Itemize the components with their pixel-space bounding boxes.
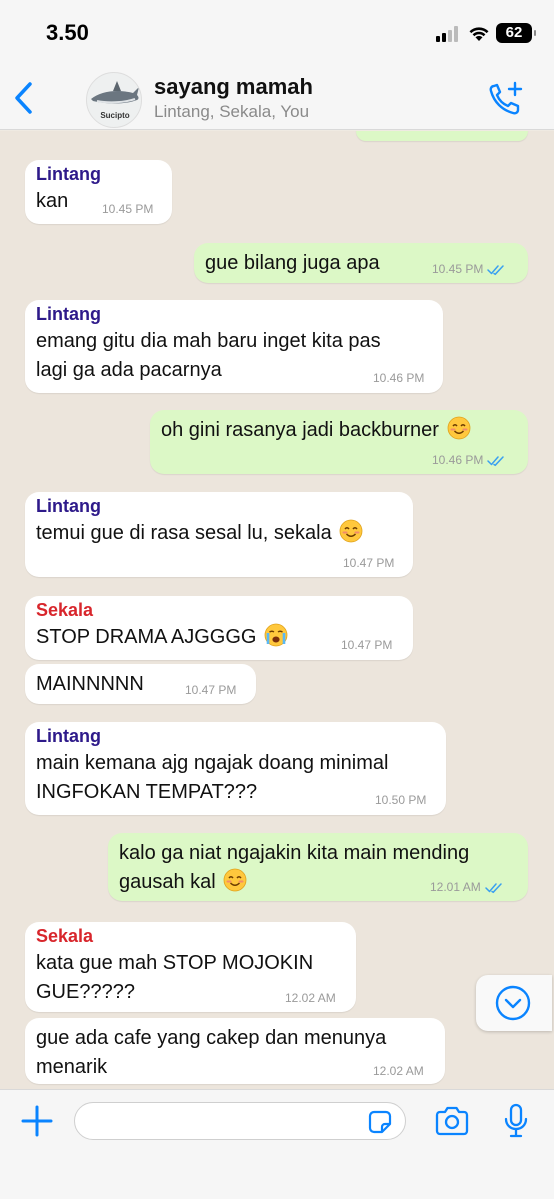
group-avatar[interactable]: Sucipto xyxy=(86,72,142,128)
chevron-left-icon xyxy=(15,82,32,114)
chat-area[interactable]: Lintang kan 10.45 PM gue bilang juga apa 10.… xyxy=(0,131,554,1089)
chevron-down-circle-icon xyxy=(495,985,531,1021)
incoming-message-bubble[interactable]: Lintang emang gitu dia mah baru inget kit… xyxy=(25,300,443,393)
message-sender[interactable]: Lintang xyxy=(36,304,101,325)
scroll-down-button[interactable] xyxy=(476,975,552,1031)
back-button[interactable] xyxy=(8,78,40,118)
incoming-message-bubble[interactable]: Lintang temui gue di rasa sesal lu, sekal… xyxy=(25,492,413,577)
camera-icon xyxy=(435,1106,469,1136)
message-timestamp: 10.46 PM xyxy=(373,371,424,385)
message-text: MAINNNNN xyxy=(36,670,144,699)
message-time: 10.47 PM xyxy=(343,556,395,570)
outgoing-message-bubble[interactable]: kalo ga niat ngajakin kita main mending … xyxy=(108,833,528,901)
read-receipt-icon xyxy=(487,456,505,466)
plus-icon xyxy=(21,1105,53,1137)
message-time: 10.46 PM xyxy=(432,453,484,467)
crying-face-emoji-icon xyxy=(264,623,288,647)
message-time: 10.47 PM xyxy=(341,638,393,652)
message-text-content: kan xyxy=(36,190,69,212)
message-text: kata gue mah STOP MOJOKIN GUE????? xyxy=(36,949,313,1007)
message-text: emang gitu dia mah baru inget kita pas l… xyxy=(36,327,381,385)
incoming-message-bubble[interactable]: Sekala kata gue mah STOP MOJOKIN GUE?????… xyxy=(25,922,356,1012)
message-text-content: kalo ga niat ngajakin kita main mending … xyxy=(119,842,470,893)
camera-button[interactable] xyxy=(434,1104,470,1138)
message-text-content: gue ada cafe yang cakep dan menunya mena… xyxy=(36,1027,387,1078)
status-bar: 3.50 62 xyxy=(0,0,554,64)
wifi-icon xyxy=(469,27,489,41)
message-timestamp: 12.01 AM xyxy=(430,880,503,894)
avatar-caption: Sucipto xyxy=(100,111,130,120)
message-time: 10.45 PM xyxy=(432,262,484,276)
message-timestamp: 10.47 PM xyxy=(185,683,236,697)
message-text-content: temui gue di rasa sesal lu, sekala xyxy=(36,522,332,544)
sticker-icon xyxy=(368,1110,392,1134)
message-text-content: emang gitu dia mah baru inget kita pas l… xyxy=(36,330,381,381)
message-text-content: kata gue mah STOP MOJOKIN GUE????? xyxy=(36,952,314,1003)
group-members[interactable]: Lintang, Sekala, You xyxy=(154,102,309,122)
message-text-content: STOP DRAMA AJGGGG xyxy=(36,626,257,648)
message-sender[interactable]: Sekala xyxy=(36,600,93,621)
message-timestamp: 10.45 PM xyxy=(102,202,153,216)
status-time: 3.50 xyxy=(46,20,89,45)
cellular-signal-icon xyxy=(436,26,462,42)
attach-button[interactable] xyxy=(20,1104,54,1138)
message-time: 12.02 AM xyxy=(373,1064,424,1078)
message-text: temui gue di rasa sesal lu, sekala xyxy=(36,519,363,548)
incoming-message-bubble[interactable]: gue ada cafe yang cakep dan menunya mena… xyxy=(25,1018,445,1084)
message-text: kan xyxy=(36,187,68,216)
smiling-face-emoji-icon xyxy=(223,868,247,892)
message-time: 12.02 AM xyxy=(285,991,336,1005)
composer-bar xyxy=(0,1089,554,1199)
previous-message-bubble[interactable] xyxy=(356,131,528,141)
group-name[interactable]: sayang mamah xyxy=(154,74,313,100)
message-text: kalo ga niat ngajakin kita main mending … xyxy=(119,839,469,897)
message-timestamp: 10.47 PM xyxy=(343,556,394,570)
read-receipt-icon xyxy=(487,265,505,275)
outgoing-message-bubble[interactable]: gue bilang juga apa 10.45 PM xyxy=(194,243,528,283)
message-timestamp: 12.02 AM xyxy=(373,1064,424,1078)
smiling-face-emoji-icon xyxy=(447,416,470,440)
message-timestamp: 10.46 PM xyxy=(432,453,505,467)
message-text: STOP DRAMA AJGGGG xyxy=(36,623,288,652)
message-text: gue ada cafe yang cakep dan menunya mena… xyxy=(36,1024,386,1082)
message-timestamp: 10.47 PM xyxy=(341,638,392,652)
message-text: main kemana ajg ngajak doang minimal ING… xyxy=(36,749,388,807)
message-text: gue bilang juga apa xyxy=(205,249,380,278)
incoming-message-bubble[interactable]: Lintang kan 10.45 PM xyxy=(25,160,172,224)
message-text-content: gue bilang juga apa xyxy=(205,252,380,274)
smiling-face-emoji-icon xyxy=(339,519,363,543)
message-text-content: MAINNNNN xyxy=(36,673,144,695)
phone-plus-icon xyxy=(489,81,523,115)
microphone-icon xyxy=(504,1103,528,1138)
microphone-button[interactable] xyxy=(502,1102,530,1140)
sticker-button[interactable] xyxy=(366,1108,394,1136)
message-sender[interactable]: Lintang xyxy=(36,726,101,747)
message-text-content: main kemana ajg ngajak doang minimal ING… xyxy=(36,752,389,803)
message-time: 12.01 AM xyxy=(430,880,481,894)
battery-indicator: 62 xyxy=(496,23,536,43)
message-text: oh gini rasanya jadi backburner xyxy=(161,416,471,445)
message-text-content: oh gini rasanya jadi backburner xyxy=(161,419,439,441)
message-time: 10.46 PM xyxy=(373,371,425,385)
message-sender[interactable]: Lintang xyxy=(36,496,101,517)
message-sender[interactable]: Lintang xyxy=(36,164,101,185)
message-time: 10.47 PM xyxy=(185,683,237,697)
message-timestamp: 12.02 AM xyxy=(285,991,336,1005)
incoming-message-bubble[interactable]: Lintang main kemana ajg ngajak doang mini… xyxy=(25,722,446,815)
message-time: 10.50 PM xyxy=(375,793,427,807)
incoming-message-bubble[interactable]: MAINNNNN 10.47 PM xyxy=(25,664,256,704)
message-timestamp: 10.45 PM xyxy=(432,262,505,276)
message-timestamp: 10.50 PM xyxy=(375,793,426,807)
message-sender[interactable]: Sekala xyxy=(36,926,93,947)
message-time: 10.45 PM xyxy=(102,202,154,216)
read-receipt-icon xyxy=(484,883,502,893)
outgoing-message-bubble[interactable]: oh gini rasanya jadi backburner 10.46 PM xyxy=(150,410,528,474)
add-call-button[interactable] xyxy=(486,80,526,116)
chat-header: Sucipto sayang mamah Lintang, Sekala, Yo… xyxy=(0,64,554,130)
incoming-message-bubble[interactable]: Sekala STOP DRAMA AJGGGG 10.47 PM xyxy=(25,596,413,660)
message-input[interactable] xyxy=(74,1102,406,1140)
